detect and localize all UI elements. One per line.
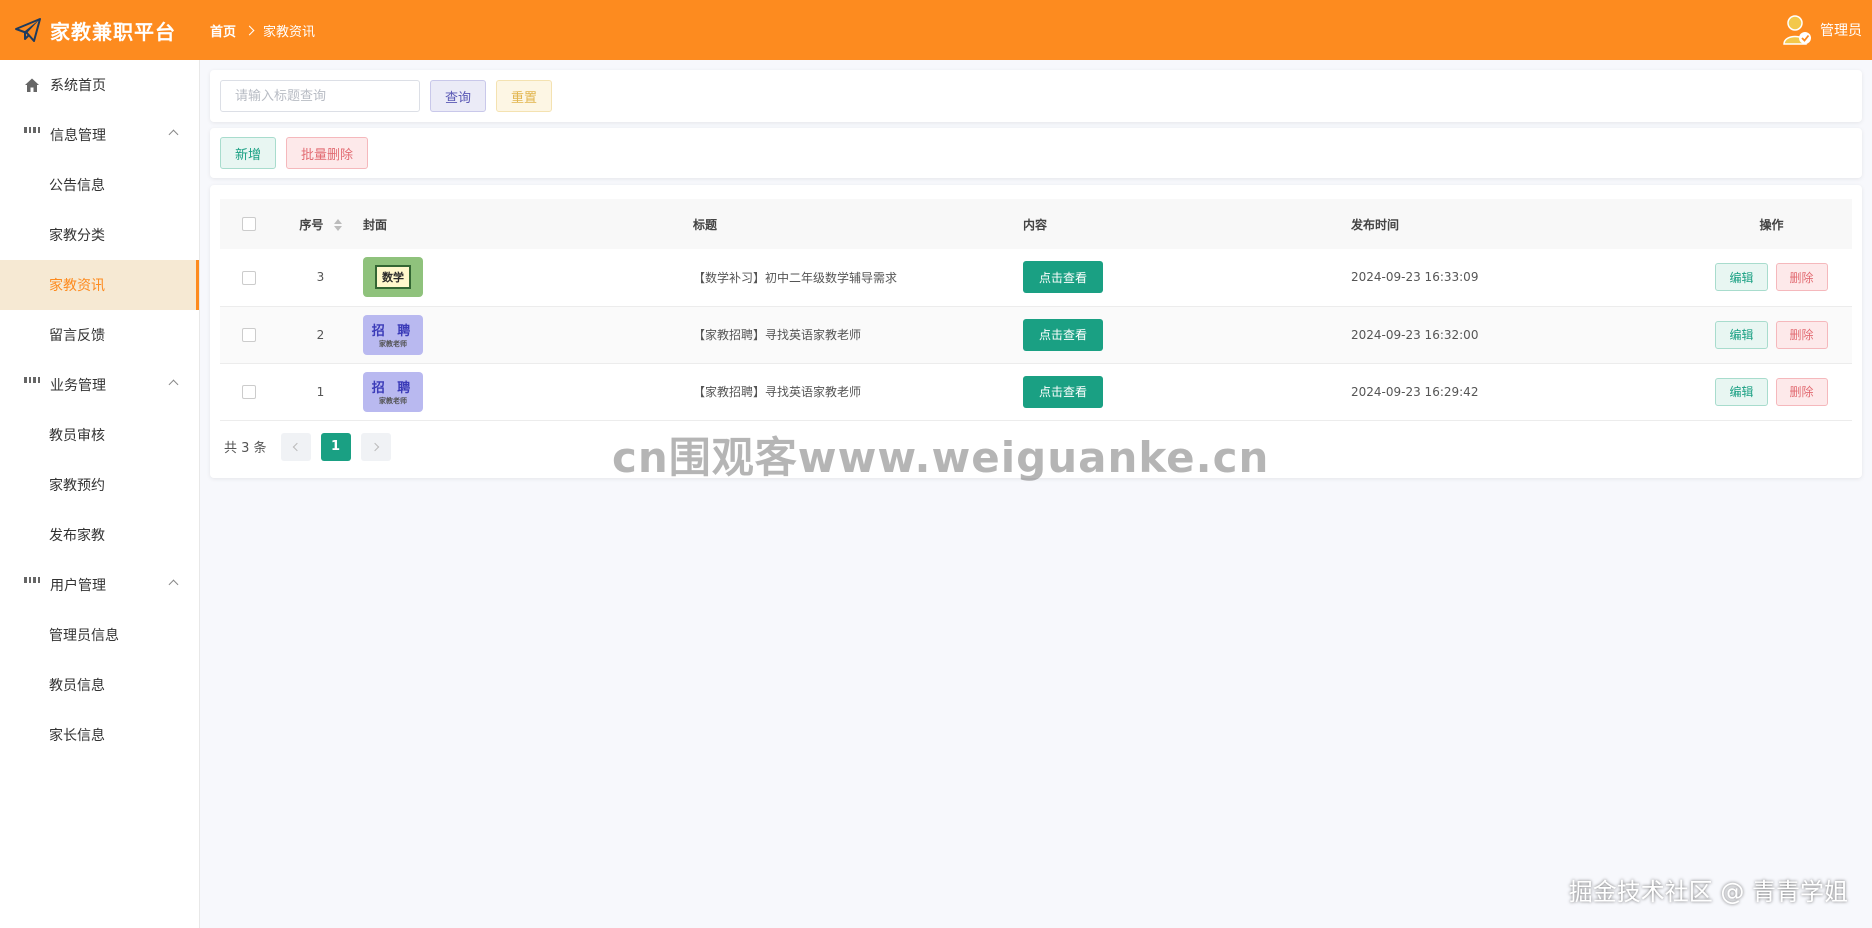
row-title: 【家教招聘】寻找英语家教老师 [693,328,862,342]
breadcrumb-current: 家教资讯 [263,24,316,40]
user-avatar-icon [1783,15,1811,45]
cover-image: 招 聘 家教老师 [363,371,423,412]
row-time: 2024-09-23 16:32:00 [1351,327,1479,342]
cover-image: 招 聘 家教老师 [363,314,423,355]
action-bar: 新增 批量删除 [210,128,1862,178]
chevron-right-icon [370,442,379,451]
sidebar-group-label: 信息管理 [50,128,106,144]
table-row: 1 招 聘 家教老师 【家教招聘】寻找英语家教老师 点击查看 2024-09-2… [220,363,1852,420]
sidebar-group-users[interactable]: 用户管理 [0,560,199,610]
row-title: 【家教招聘】寻找英语家教老师 [693,385,862,399]
select-all-checkbox[interactable] [242,217,256,232]
chevron-up-icon [168,579,179,590]
grid-icon [24,377,40,393]
cover-image: 数学 [363,257,423,298]
news-table: 序号 封面 标题 内容 发布时间 操作 3 数学 【数学补习】初中二年级数学辅导… [220,199,1852,421]
header-cover: 封面 [363,217,388,232]
header-time: 发布时间 [1351,217,1400,232]
sidebar-item-publish[interactable]: 发布家教 [0,510,199,560]
grid-icon [24,577,40,593]
sidebar-group-label: 用户管理 [50,578,106,594]
row-time: 2024-09-23 16:33:09 [1351,270,1479,285]
user-menu[interactable]: 管理员 [1782,14,1862,46]
view-content-button[interactable]: 点击查看 [1023,375,1104,408]
row-title: 【数学补习】初中二年级数学辅导需求 [693,270,898,285]
sidebar-item-tutor-review[interactable]: 教员审核 [0,410,199,460]
delete-button[interactable]: 删除 [1775,263,1828,292]
delete-button[interactable]: 删除 [1775,320,1828,349]
header-op: 操作 [1759,217,1784,232]
sidebar: 系统首页 信息管理 公告信息 家教分类 家教资讯 留言反馈 业务管理 教员审核 … [0,60,200,928]
header-content: 内容 [1023,217,1048,232]
row-checkbox[interactable] [242,270,256,285]
add-button[interactable]: 新增 [220,137,277,169]
header-title: 标题 [693,217,718,232]
reset-button[interactable]: 重置 [496,80,553,112]
row-checkbox[interactable] [242,327,256,342]
edit-button[interactable]: 编辑 [1715,263,1768,292]
query-button[interactable]: 查询 [430,80,487,112]
search-bar: 查询 重置 [210,70,1862,122]
sidebar-item-home[interactable]: 系统首页 [0,60,199,110]
sidebar-item-label: 系统首页 [50,78,106,94]
table-row: 3 数学 【数学补习】初中二年级数学辅导需求 点击查看 2024-09-23 1… [220,249,1852,306]
chevron-left-icon [292,442,301,451]
chevron-up-icon [168,129,179,140]
app-logo[interactable]: 家教兼职平台 [0,16,200,45]
row-seq: 2 [316,327,325,342]
sidebar-group-business[interactable]: 业务管理 [0,360,199,410]
sidebar-item-booking[interactable]: 家教预约 [0,460,199,510]
row-seq: 3 [316,270,325,285]
chevron-right-icon [244,25,255,35]
app-title: 家教兼职平台 [50,19,176,44]
user-name: 管理员 [1820,23,1862,39]
top-header: 家教兼职平台 首页 家教资讯 管理员 [0,0,1872,60]
sidebar-item-notice[interactable]: 公告信息 [0,160,199,210]
chevron-up-icon [168,379,179,390]
home-icon [25,78,39,92]
edit-button[interactable]: 编辑 [1715,377,1768,406]
sidebar-item-category[interactable]: 家教分类 [0,210,199,260]
pagination: 共 3 条 1 [220,421,1852,473]
next-page-button[interactable] [360,432,391,461]
watermark-corner: 掘金技术社区 @ 青青学姐 [1568,878,1848,906]
row-checkbox[interactable] [242,384,256,399]
view-content-button[interactable]: 点击查看 [1023,318,1104,351]
prev-page-button[interactable] [280,432,311,461]
batch-delete-button[interactable]: 批量删除 [286,137,369,169]
edit-button[interactable]: 编辑 [1715,320,1768,349]
news-table-card: 序号 封面 标题 内容 发布时间 操作 3 数学 【数学补习】初中二年级数学辅导… [210,185,1862,478]
sidebar-item-admin[interactable]: 管理员信息 [0,610,199,660]
sidebar-group-label: 业务管理 [50,378,106,394]
search-input[interactable] [220,80,420,112]
header-seq[interactable]: 序号 [278,199,363,249]
sidebar-item-parent[interactable]: 家长信息 [0,710,199,760]
sidebar-item-news[interactable]: 家教资讯 [0,260,199,310]
table-row: 2 招 聘 家教老师 【家教招聘】寻找英语家教老师 点击查看 2024-09-2… [220,306,1852,363]
view-content-button[interactable]: 点击查看 [1023,261,1104,294]
table-header-row: 序号 封面 标题 内容 发布时间 操作 [220,199,1852,249]
row-time: 2024-09-23 16:29:42 [1351,384,1479,399]
paper-plane-icon [15,18,41,42]
breadcrumb: 首页 家教资讯 [210,21,315,40]
sort-icon[interactable] [333,219,342,231]
sidebar-group-info[interactable]: 信息管理 [0,110,199,160]
pagination-total: 共 3 条 [224,441,267,456]
sidebar-item-feedback[interactable]: 留言反馈 [0,310,199,360]
grid-icon [24,127,40,143]
row-seq: 1 [316,384,325,399]
sidebar-item-tutor[interactable]: 教员信息 [0,660,199,710]
delete-button[interactable]: 删除 [1775,377,1828,406]
breadcrumb-home[interactable]: 首页 [210,21,236,40]
page-number-button[interactable]: 1 [320,432,351,461]
